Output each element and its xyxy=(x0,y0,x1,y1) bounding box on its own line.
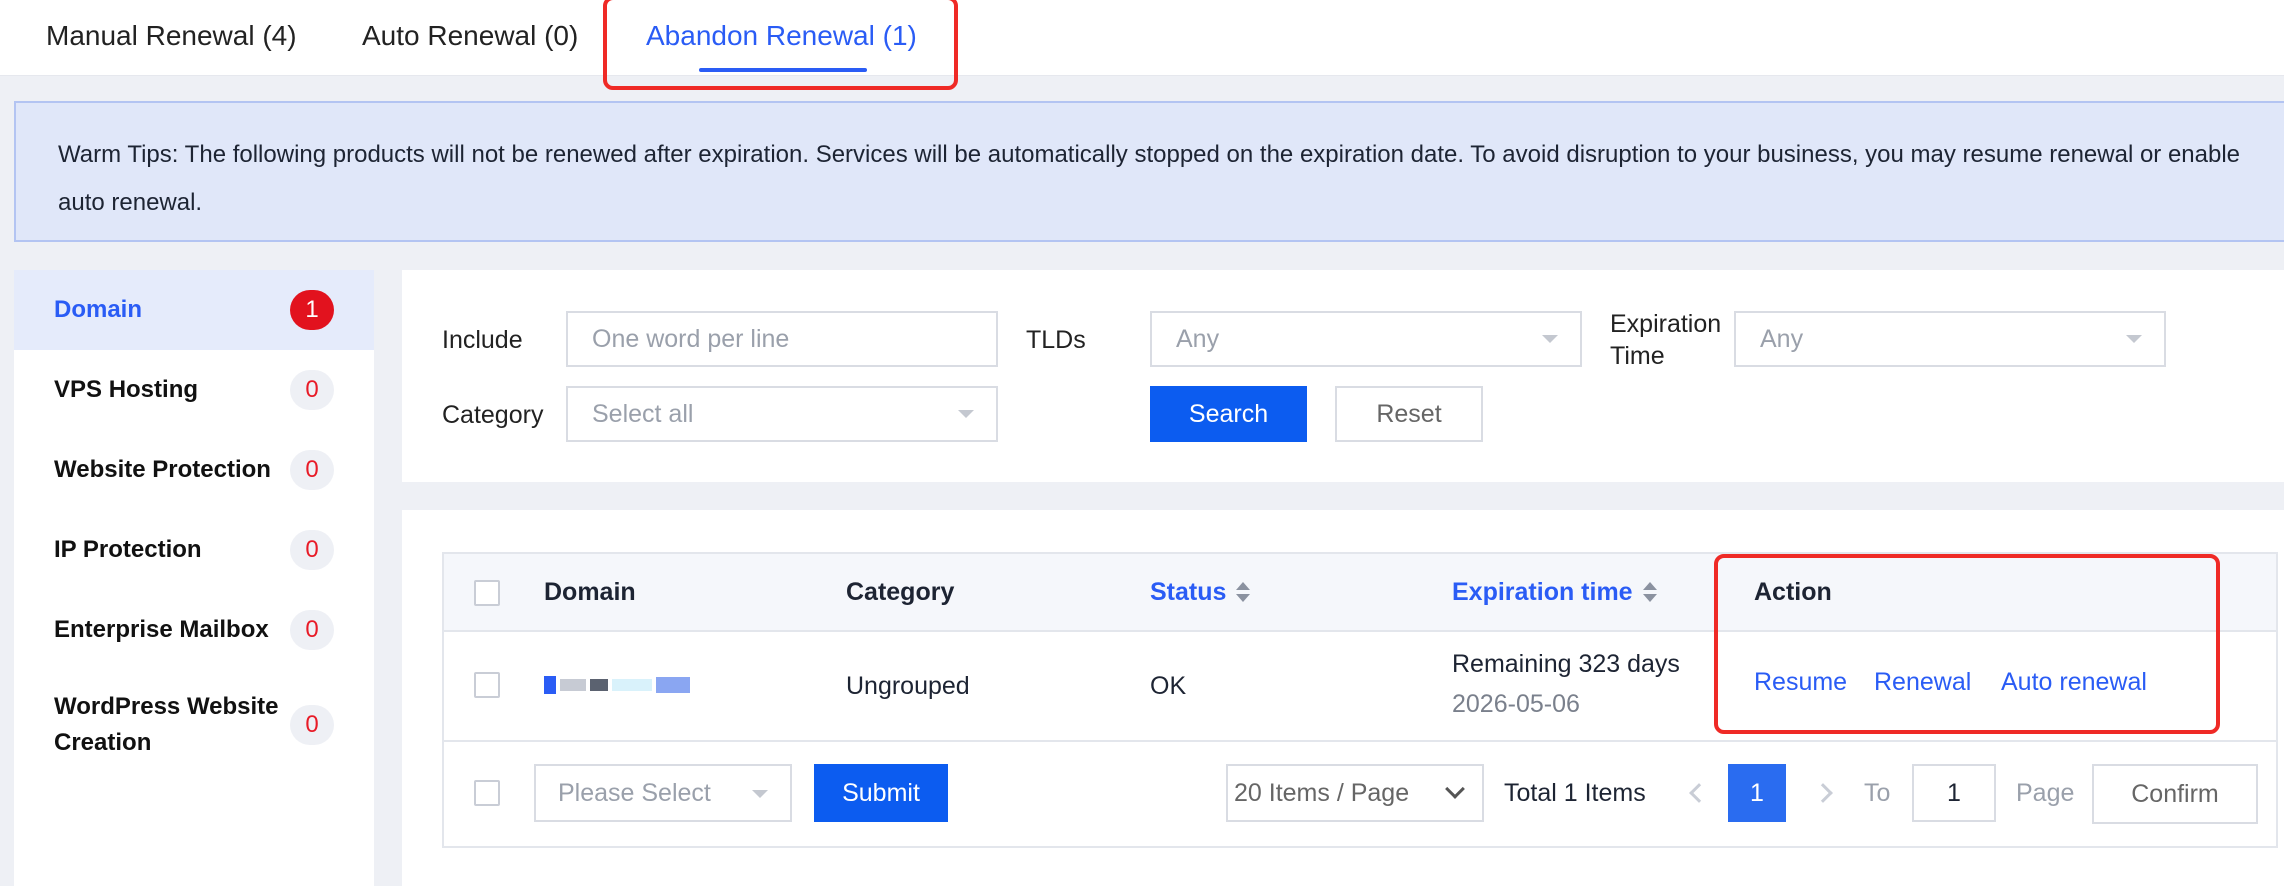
prev-page-icon[interactable] xyxy=(1689,783,1709,803)
sidebar-item-label: Domain xyxy=(54,296,143,323)
expiration-time-select-value: Any xyxy=(1760,324,1804,353)
filter-panel xyxy=(402,270,2284,482)
column-header-action: Action xyxy=(1754,578,1832,606)
submit-button[interactable]: Submit xyxy=(814,764,948,822)
category-label: Category xyxy=(442,401,544,429)
status-cell: OK xyxy=(1150,672,1187,700)
count-badge: 0 xyxy=(290,370,334,410)
category-select[interactable]: Select all xyxy=(566,386,998,442)
sidebar-item-label: Website Protection xyxy=(54,456,271,483)
count-badge: 0 xyxy=(290,530,334,570)
table-row: Ungrouped OK Remaining 323 days 2026-05-… xyxy=(444,632,2276,742)
column-header-category: Category xyxy=(846,578,955,606)
warm-tips-text: Warm Tips: The following products will n… xyxy=(58,141,2241,216)
include-field[interactable] xyxy=(566,311,998,367)
domain-table: Domain Category Status Expiration time A… xyxy=(442,552,2278,848)
sidebar-item-domain[interactable]: Domain 1 xyxy=(14,270,374,350)
sort-icon xyxy=(1236,582,1251,604)
renewal-link[interactable]: Renewal xyxy=(1874,668,1971,697)
goto-to-label: To xyxy=(1864,779,1891,807)
sidebar-item-label: WordPress Website Creation xyxy=(54,693,279,756)
next-page-icon[interactable] xyxy=(1813,783,1833,803)
resume-link[interactable]: Resume xyxy=(1754,668,1847,697)
tlds-label: TLDs xyxy=(1026,326,1086,354)
expiration-date: 2026-05-06 xyxy=(1452,690,1580,718)
sidebar-item-label: Enterprise Mailbox xyxy=(54,616,269,643)
remaining-days: Remaining 323 days xyxy=(1452,650,1680,678)
count-badge: 0 xyxy=(290,450,334,490)
count-badge: 0 xyxy=(290,705,334,745)
sidebar-item-label: VPS Hosting xyxy=(54,376,199,403)
tab-manual-renewal[interactable]: Manual Renewal (4) xyxy=(46,0,297,76)
include-input[interactable] xyxy=(592,324,996,354)
chevron-down-icon xyxy=(1542,335,1558,343)
bulk-action-placeholder: Please Select xyxy=(558,778,711,807)
count-badge: 0 xyxy=(290,610,334,650)
sidebar-item-website-protection[interactable]: Website Protection 0 xyxy=(14,430,374,510)
search-button[interactable]: Search xyxy=(1150,386,1307,442)
sidebar-item-vps-hosting[interactable]: VPS Hosting 0 xyxy=(14,350,374,430)
row-checkbox[interactable] xyxy=(474,672,500,698)
tlds-select-value: Any xyxy=(1176,324,1220,353)
confirm-button[interactable]: Confirm xyxy=(2092,764,2258,824)
active-tab-indicator xyxy=(699,68,867,72)
domain-link[interactable] xyxy=(544,672,690,698)
chevron-down-icon xyxy=(2126,335,2142,343)
footer-select-checkbox[interactable] xyxy=(474,780,500,806)
category-select-value: Select all xyxy=(592,399,694,428)
sidebar-item-ip-protection[interactable]: IP Protection 0 xyxy=(14,510,374,590)
tab-auto-renewal[interactable]: Auto Renewal (0) xyxy=(362,0,578,76)
chevron-down-icon xyxy=(1445,779,1465,799)
sidebar-item-wordpress-website-creation[interactable]: WordPress Website Creation 0 xyxy=(14,670,374,780)
select-all-checkbox[interactable] xyxy=(474,580,500,606)
category-cell: Ungrouped xyxy=(846,672,970,700)
column-header-domain: Domain xyxy=(544,578,636,606)
column-header-status[interactable]: Status xyxy=(1150,578,1251,607)
sort-icon xyxy=(1642,582,1657,604)
sidebar-item-enterprise-mailbox[interactable]: Enterprise Mailbox 0 xyxy=(14,590,374,670)
chevron-down-icon xyxy=(752,790,768,798)
chevron-down-icon xyxy=(958,410,974,418)
count-badge: 1 xyxy=(290,290,334,330)
renewal-tabs xyxy=(0,0,2284,76)
total-items: Total 1 Items xyxy=(1504,779,1646,807)
sidebar-item-label: IP Protection xyxy=(54,536,202,563)
auto-renewal-link[interactable]: Auto renewal xyxy=(2001,668,2147,697)
column-header-expiration-label: Expiration time xyxy=(1452,578,1633,606)
warm-tips-banner: Warm Tips: The following products will n… xyxy=(14,101,2284,242)
reset-button[interactable]: Reset xyxy=(1335,386,1483,442)
include-label: Include xyxy=(442,326,523,354)
table-header: Domain Category Status Expiration time A… xyxy=(444,554,2276,632)
tlds-select[interactable]: Any xyxy=(1150,311,1582,367)
bulk-action-select[interactable]: Please Select xyxy=(534,764,792,822)
column-header-status-label: Status xyxy=(1150,578,1227,606)
page-size-select[interactable]: 20 Items / Page xyxy=(1226,764,1484,822)
expiration-time-label: Expiration Time xyxy=(1610,310,1722,370)
column-header-expiration-time[interactable]: Expiration time xyxy=(1452,578,1657,607)
goto-page-label: Page xyxy=(2016,779,2075,807)
product-sidebar: Domain 1 VPS Hosting 0 Website Protectio… xyxy=(14,270,374,886)
expiration-time-select[interactable]: Any xyxy=(1734,311,2166,367)
page-size-value: 20 Items / Page xyxy=(1234,778,1410,807)
page-number-current[interactable]: 1 xyxy=(1728,764,1786,822)
goto-page-input[interactable]: 1 xyxy=(1912,764,1996,822)
tab-abandon-renewal[interactable]: Abandon Renewal (1) xyxy=(646,0,917,76)
